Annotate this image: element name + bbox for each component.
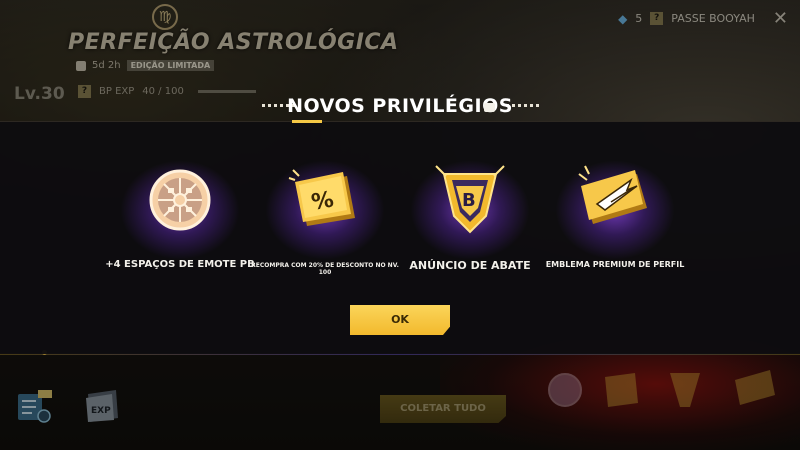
- title-underline: [292, 120, 322, 123]
- svg-text:B: B: [462, 190, 476, 211]
- reward-label-emote-slots: +4 ESPAÇOS DE EMOTE PB: [105, 259, 255, 270]
- reward-label-premium-emblem: EMBLEMA PREMIUM DE PERFIL: [545, 260, 685, 269]
- chat-bubble-icon: [484, 103, 495, 112]
- reward-item-emote-slots: [100, 160, 260, 260]
- modal-title: NOVOS PRIVILÉGIOS: [287, 95, 513, 117]
- reward-label-discount: RECOMPRA COM 20% DE DESCONTO NO NV. 100: [251, 262, 399, 276]
- reward-item-premium-emblem: [535, 160, 695, 260]
- discount-ticket-icon: %: [288, 169, 355, 226]
- ok-button[interactable]: OK: [350, 305, 450, 335]
- kill-announcement-badge-icon: B: [435, 165, 505, 234]
- emote-wheel-icon: [149, 169, 211, 231]
- premium-emblem-icon: [578, 165, 647, 224]
- reward-item-kill-announcement: B: [390, 160, 550, 260]
- reward-label-kill-announcement: ANÚNCIO DE ABATE: [409, 259, 531, 272]
- svg-text:%: %: [310, 187, 336, 215]
- reward-item-discount: %: [245, 160, 405, 260]
